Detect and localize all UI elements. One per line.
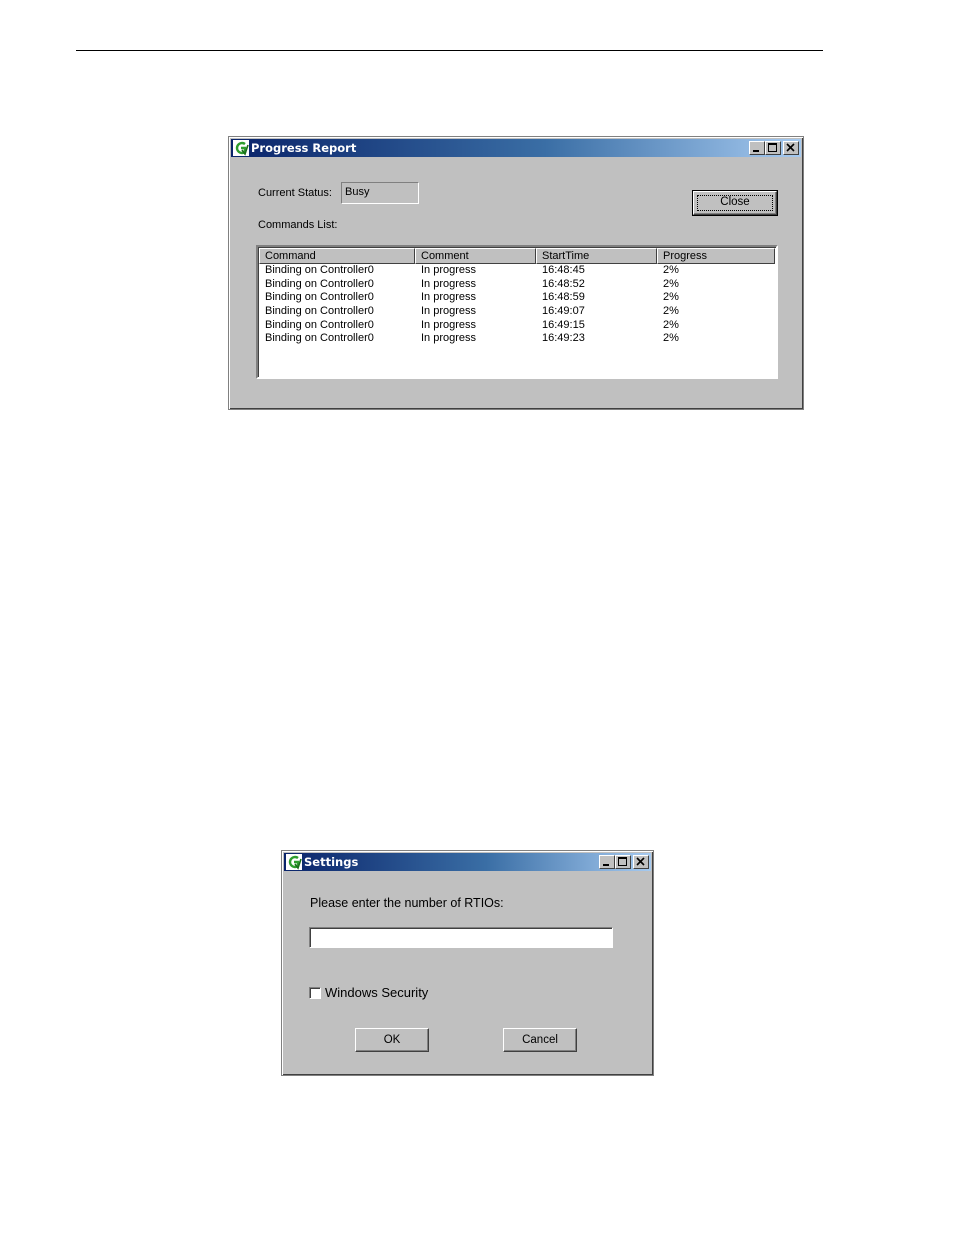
close-icon [636, 857, 645, 866]
table-row[interactable]: Binding on Controller0 In progress 16:49… [259, 319, 775, 333]
title-bar[interactable]: Settings [284, 853, 651, 871]
current-status-value: Busy [345, 186, 370, 198]
commands-list-label: Commands List: [258, 219, 338, 231]
cell-comment: In progress [421, 277, 477, 290]
grass-valley-g-icon [286, 854, 302, 870]
cell-progress: 2% [663, 291, 679, 304]
current-status-label: Current Status: [258, 187, 332, 199]
cell-start-time: 16:48:45 [542, 264, 585, 276]
rtio-count-input[interactable] [309, 927, 613, 948]
current-status-field: Busy [341, 182, 419, 204]
close-icon [786, 143, 795, 152]
cell-comment: In progress [421, 332, 477, 345]
cell-progress: 2% [663, 318, 679, 331]
windows-security-checkbox[interactable] [309, 987, 321, 999]
column-header-comment[interactable]: Comment [415, 248, 536, 264]
cancel-button-label: Cancel [522, 1034, 558, 1046]
rtio-count-prompt: Please enter the number of RTIOs: [310, 896, 504, 910]
cell-progress: 2% [663, 305, 679, 318]
column-header-progress[interactable]: Progress [657, 248, 775, 264]
cell-comment: In progress [421, 264, 477, 276]
window-title: Progress Report [251, 141, 357, 155]
cell-command: Binding on Controller0 [265, 305, 374, 318]
windows-security-label[interactable]: Windows Security [325, 985, 428, 1000]
commands-list[interactable]: Command Comment StartTime Progress Bindi… [256, 245, 778, 379]
table-row[interactable]: Binding on Controller0 In progress 16:48… [259, 278, 775, 292]
cell-comment: In progress [421, 318, 477, 331]
cell-command: Binding on Controller0 [265, 332, 374, 345]
cell-start-time: 16:49:07 [542, 305, 585, 318]
maximize-button[interactable] [765, 141, 781, 155]
title-bar[interactable]: Progress Report [231, 139, 801, 157]
cell-progress: 2% [663, 277, 679, 290]
cancel-button[interactable]: Cancel [503, 1028, 577, 1052]
minimize-icon [753, 150, 759, 152]
table-row[interactable]: Binding on Controller0 In progress 16:48… [259, 264, 775, 278]
minimize-icon [603, 864, 609, 866]
settings-window: Settings Please enter the number of RTIO… [281, 850, 654, 1076]
cell-comment: In progress [421, 305, 477, 318]
cell-start-time: 16:49:23 [542, 332, 585, 345]
cell-command: Binding on Controller0 [265, 264, 374, 276]
cell-command: Binding on Controller0 [265, 318, 374, 331]
cell-progress: 2% [663, 264, 679, 276]
table-row[interactable]: Binding on Controller0 In progress 16:49… [259, 305, 775, 319]
column-header-command[interactable]: Command [259, 248, 415, 264]
column-header-starttime[interactable]: StartTime [536, 248, 657, 264]
cell-command: Binding on Controller0 [265, 291, 374, 304]
cell-comment: In progress [421, 291, 477, 304]
window-title: Settings [304, 855, 359, 869]
progress-report-window: Progress Report Current Status: Busy Com… [228, 136, 804, 410]
maximize-button[interactable] [615, 855, 631, 869]
close-title-button[interactable] [633, 855, 649, 869]
list-header: Command Comment StartTime Progress [259, 248, 775, 264]
page-header-rule [76, 50, 823, 51]
grass-valley-g-icon [233, 140, 249, 156]
cell-command: Binding on Controller0 [265, 277, 374, 290]
minimize-button[interactable] [749, 141, 765, 155]
cell-progress: 2% [663, 332, 679, 345]
maximize-icon [768, 143, 777, 152]
close-title-button[interactable] [783, 141, 799, 155]
minimize-button[interactable] [599, 855, 615, 869]
cell-start-time: 16:48:52 [542, 277, 585, 290]
table-row[interactable]: Binding on Controller0 In progress 16:49… [259, 332, 775, 346]
ok-button[interactable]: OK [355, 1028, 429, 1052]
cell-start-time: 16:49:15 [542, 318, 585, 331]
maximize-icon [618, 857, 627, 866]
ok-button-label: OK [383, 1034, 401, 1046]
cell-start-time: 16:48:59 [542, 291, 585, 304]
focus-rect [697, 195, 773, 211]
close-button[interactable]: Close [692, 190, 778, 216]
list-rows: Binding on Controller0 In progress 16:48… [259, 264, 775, 346]
table-row[interactable]: Binding on Controller0 In progress 16:48… [259, 291, 775, 305]
